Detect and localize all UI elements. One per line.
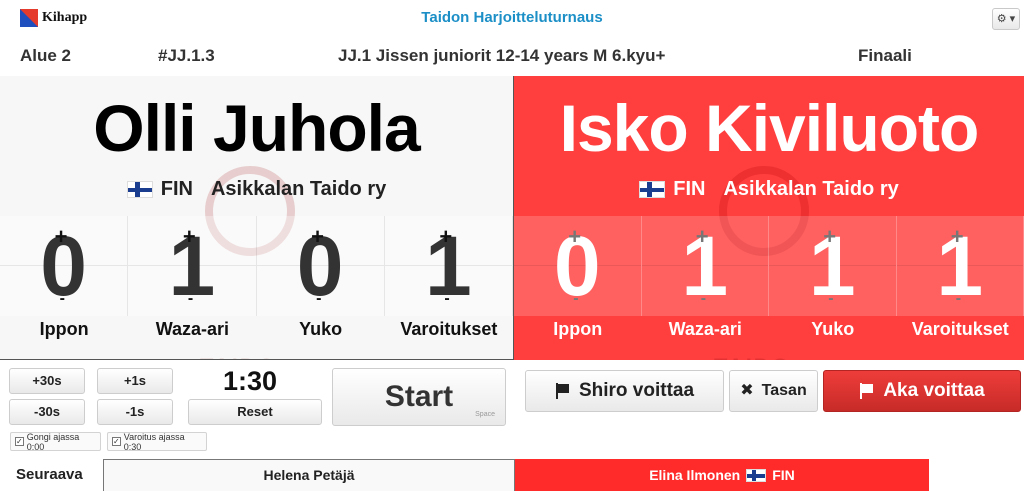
- next-shiro-fighter: Helena Petäjä: [103, 459, 515, 491]
- next-aka-fighter: Elina Ilmonen FIN: [515, 459, 929, 491]
- minus-icon: -: [187, 290, 194, 307]
- aka-score-labels: Ippon Waza-ari Yuko Varoitukset: [514, 319, 1024, 340]
- aka-club-name: Asikkalan Taido ry: [723, 178, 899, 200]
- keyboard-hint: Space: [475, 411, 495, 418]
- finland-flag-icon: [639, 181, 666, 198]
- plus-icon: +: [54, 224, 68, 249]
- close-icon: ✖: [740, 382, 754, 399]
- subtract-30s-button[interactable]: -30s: [9, 399, 85, 425]
- varoitukset-label: Varoitukset: [911, 319, 1009, 339]
- checkbox-checked-icon[interactable]: ✓: [112, 437, 121, 446]
- settings-button[interactable]: ⚙ ▾: [992, 8, 1020, 30]
- shiro-yuko-counter: 0 + -: [256, 216, 385, 316]
- reset-button[interactable]: Reset: [188, 399, 322, 425]
- minus-icon: -: [700, 290, 707, 307]
- warning-option[interactable]: ✓ Varoitus ajassa 0:30: [107, 431, 207, 452]
- tournament-title: Taidon Harjoitteluturnaus: [421, 9, 603, 26]
- aka-ippon-counter: 0 + -: [514, 216, 642, 316]
- finland-flag-icon: [126, 181, 153, 198]
- minus-icon: -: [59, 290, 65, 307]
- aka-fighter-club: FIN Asikkalan Taido ry: [514, 178, 1024, 201]
- aka-yuko-counter: 1 + -: [769, 216, 897, 316]
- aka-fighter-panel: TAIDO Isko Kiviluoto FIN Asikkalan Taido…: [514, 76, 1024, 360]
- varoitukset-label: Varoitukset: [400, 319, 498, 339]
- draw-label: Tasan: [761, 382, 807, 399]
- plus-icon: +: [823, 224, 837, 249]
- subtract-1s-button[interactable]: -1s: [97, 399, 173, 425]
- shiro-varoitukset-counter: 1 + -: [384, 216, 513, 316]
- shiro-fighter-panel: TAIDO Olli Juhola FIN Asikkalan Taido ry…: [0, 76, 514, 360]
- add-1s-button[interactable]: +1s: [97, 368, 173, 394]
- flag-icon: [859, 383, 875, 399]
- gong-label: Gongi ajassa 0:00: [26, 431, 80, 452]
- next-match-label: Seuraava: [16, 466, 83, 483]
- plus-icon: +: [182, 224, 196, 249]
- wazaari-label: Waza-ari: [155, 319, 230, 339]
- shiro-score-grid: 0 + - 1 + - 0 + - 1 + -: [0, 216, 513, 316]
- shiro-wins-label: Shiro voittaa: [578, 380, 695, 401]
- wazaari-label: Waza-ari: [668, 319, 742, 339]
- shiro-score-labels: Ippon Waza-ari Yuko Varoitukset: [0, 319, 513, 340]
- minus-icon: -: [573, 290, 579, 307]
- plus-icon: +: [695, 224, 709, 249]
- minus-icon: -: [955, 290, 962, 307]
- aka-wins-button[interactable]: Aka voittaa: [823, 370, 1021, 412]
- yuko-label: Yuko: [299, 319, 343, 339]
- top-bar: Kihapp Taidon Harjoitteluturnaus ⚙ ▾: [0, 0, 1024, 38]
- yuko-label: Yuko: [811, 319, 855, 339]
- match-id: #JJ.1.3: [158, 46, 215, 65]
- area-label: Alue 2: [20, 46, 72, 65]
- minus-icon: -: [316, 290, 322, 307]
- shiro-country: FIN: [160, 178, 193, 200]
- shiro-fighter-club: FIN Asikkalan Taido ry: [0, 178, 513, 201]
- plus-icon: +: [311, 224, 324, 249]
- draw-button[interactable]: ✖ Tasan: [729, 370, 818, 412]
- round-label: Finaali: [858, 46, 912, 65]
- shiro-fighter-name: Olli Juhola: [93, 91, 420, 165]
- category-label: JJ.1 Jissen juniorit 12-14 years M 6.kyu…: [338, 46, 666, 65]
- match-timer: 1:30: [222, 366, 278, 396]
- ippon-label: Ippon: [553, 319, 603, 339]
- add-30s-button[interactable]: +30s: [9, 368, 85, 394]
- checkbox-checked-icon[interactable]: ✓: [15, 437, 24, 446]
- plus-icon: +: [439, 224, 453, 249]
- gong-option[interactable]: ✓ Gongi ajassa 0:00: [10, 431, 101, 452]
- aka-fighter-name: Isko Kiviluoto: [559, 91, 980, 165]
- start-button[interactable]: Start Space: [332, 368, 506, 426]
- shiro-wins-button[interactable]: Shiro voittaa: [525, 370, 724, 412]
- minus-icon: -: [444, 290, 450, 307]
- shiro-club-name: Asikkalan Taido ry: [210, 178, 387, 200]
- match-info-bar: Alue 2 #JJ.1.3 JJ.1 Jissen juniorit 12-1…: [0, 38, 1024, 74]
- next-aka-country: FIN: [772, 467, 795, 483]
- plus-icon: +: [950, 224, 964, 249]
- aka-wins-label: Aka voittaa: [883, 380, 985, 401]
- next-aka-name: Elina Ilmonen: [649, 467, 741, 483]
- ippon-label: Ippon: [39, 319, 89, 339]
- flag-icon: [555, 383, 571, 399]
- aka-score-grid: 0 + - 1 + - 1 + - 1 + -: [514, 216, 1024, 316]
- aka-country: FIN: [673, 178, 706, 200]
- shiro-wazaari-counter: 1 + -: [128, 216, 257, 316]
- plus-icon: +: [568, 224, 582, 249]
- finland-flag-icon: [746, 468, 767, 482]
- shiro-ippon-counter: 0 + -: [0, 216, 129, 316]
- minus-icon: -: [828, 290, 834, 307]
- aka-varoitukset-counter: 1 + -: [896, 216, 1024, 316]
- warning-label: Varoitus ajassa 0:30: [123, 431, 185, 452]
- start-label: Start: [384, 380, 454, 413]
- aka-wazaari-counter: 1 + -: [641, 216, 769, 316]
